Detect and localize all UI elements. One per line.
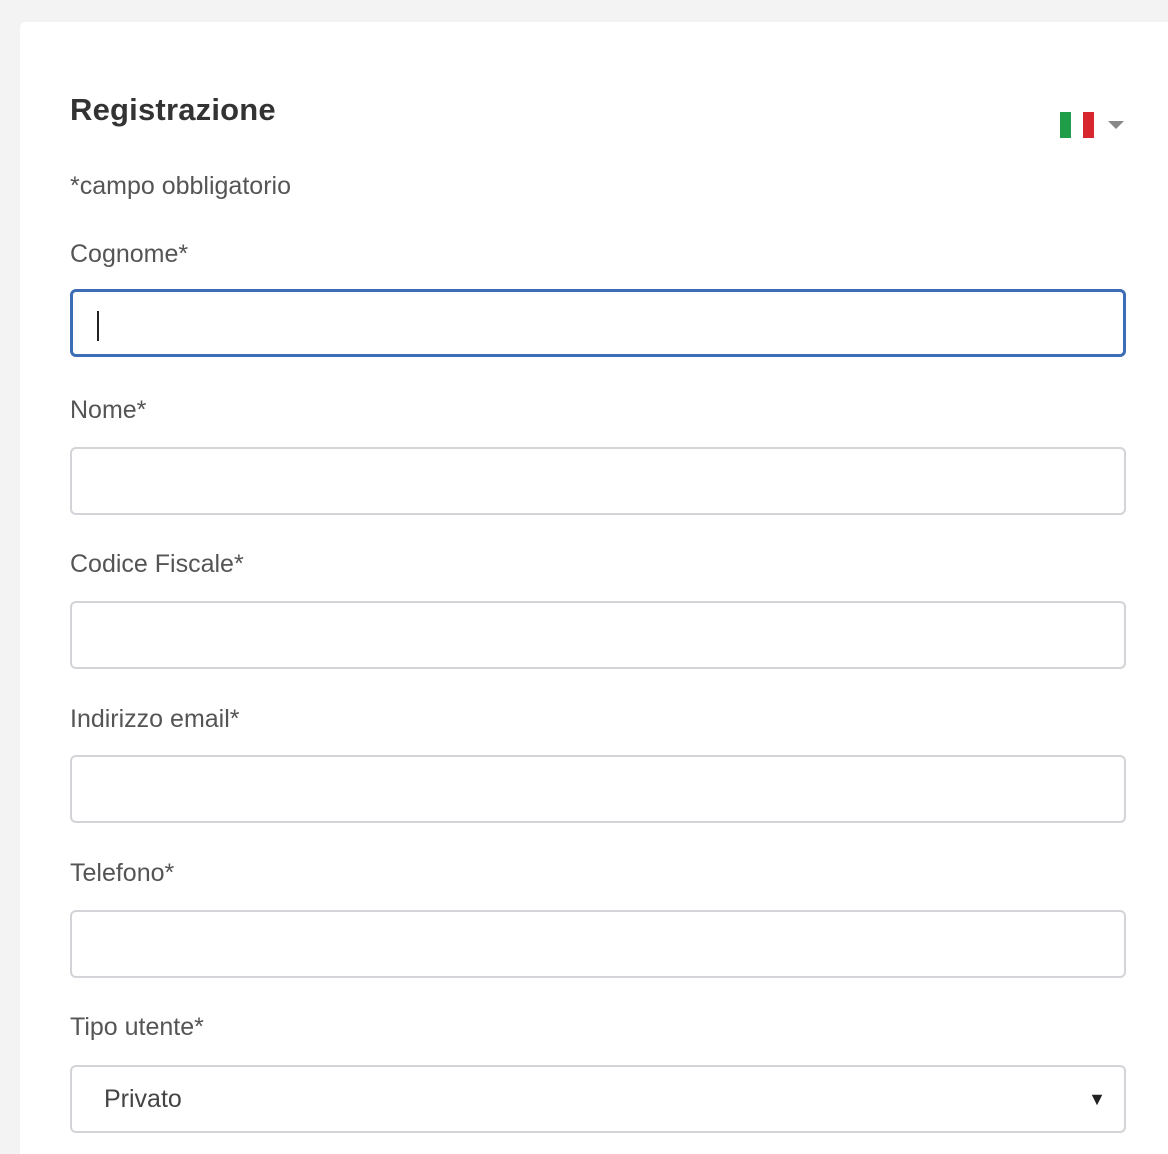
text-cursor [97,311,99,341]
tax-code-label: Codice Fiscale* [70,550,244,578]
surname-input[interactable] [70,289,1126,357]
phone-input[interactable] [70,910,1126,978]
registration-card: Registrazione *campo obbligatorio Cognom… [20,22,1168,1154]
dropdown-arrow-icon: ▼ [1088,1088,1106,1109]
required-field-note: *campo obbligatorio [70,172,291,200]
surname-label: Cognome* [70,240,189,268]
user-type-selected-value: Privato [104,1084,182,1113]
name-label: Nome* [70,396,147,424]
italy-flag-icon [1060,112,1094,138]
tax-code-input[interactable] [70,601,1126,669]
user-type-select[interactable]: Privato ▼ [70,1065,1126,1133]
user-type-label: Tipo utente* [70,1013,204,1041]
email-input[interactable] [70,755,1126,823]
email-label: Indirizzo email* [70,705,240,733]
page-title: Registrazione [70,92,276,127]
name-input[interactable] [70,447,1126,515]
language-selector[interactable] [1060,112,1124,138]
phone-label: Telefono* [70,859,175,887]
caret-down-icon [1108,121,1124,129]
